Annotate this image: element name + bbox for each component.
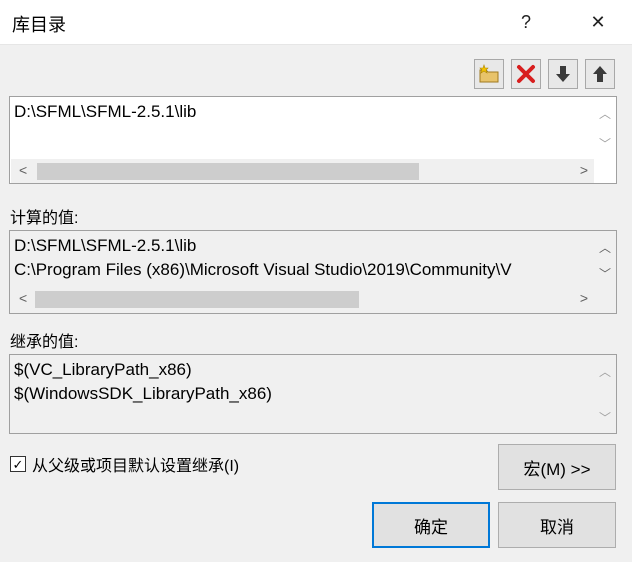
scroll-down-icon[interactable]: ﹀ (594, 135, 616, 152)
scroll-right-icon[interactable]: > (580, 162, 588, 178)
scroll-up-icon[interactable]: ︿ (594, 105, 616, 122)
title-bar: 库目录 ? ✕ (0, 0, 632, 45)
window-title: 库目录 (12, 15, 66, 35)
edit-textbox[interactable]: D:\SFML\SFML-2.5.1\lib ︿ ﹀ < > (9, 96, 617, 184)
inherit-checkbox-row[interactable]: ✓ 从父级或项目默认设置继承(I) (10, 452, 239, 476)
move-up-button[interactable] (585, 59, 615, 89)
scroll-left-icon[interactable]: < (19, 162, 27, 178)
scroll-thumb[interactable] (35, 291, 359, 308)
scroll-down-icon[interactable]: ﹀ (594, 265, 616, 282)
horizontal-scrollbar[interactable]: < > (11, 159, 594, 183)
inherited-lines: $(VC_LibraryPath_x86) $(WindowsSDK_Libra… (14, 358, 590, 406)
edit-line: D:\SFML\SFML-2.5.1\lib (14, 102, 197, 121)
macros-button[interactable]: 宏(M) >> (498, 444, 616, 490)
cancel-button[interactable]: 取消 (498, 502, 616, 548)
new-line-button[interactable] (474, 59, 504, 89)
scroll-thumb[interactable] (37, 163, 419, 180)
close-button[interactable]: ✕ (578, 6, 618, 38)
scroll-left-icon[interactable]: < (19, 290, 27, 306)
inherit-checkbox-label[interactable]: 从父级或项目默认设置继承(I) (32, 452, 239, 476)
delete-icon (517, 65, 535, 83)
computed-values-box: D:\SFML\SFML-2.5.1\lib C:\Program Files … (9, 230, 617, 314)
inherit-checkbox[interactable]: ✓ (10, 456, 26, 472)
inherited-values-box: $(VC_LibraryPath_x86) $(WindowsSDK_Libra… (9, 354, 617, 434)
delete-line-button[interactable] (511, 59, 541, 89)
edit-lines: D:\SFML\SFML-2.5.1\lib (14, 100, 590, 124)
horizontal-scrollbar[interactable]: < > (11, 287, 594, 311)
vertical-scrollbar[interactable]: ︿ ﹀ (594, 231, 616, 289)
scroll-up-icon[interactable]: ︿ (594, 363, 616, 380)
vertical-scrollbar[interactable]: ︿ ﹀ (594, 355, 616, 433)
scroll-up-icon[interactable]: ︿ (594, 239, 616, 256)
help-button[interactable]: ? (506, 6, 546, 38)
scroll-right-icon[interactable]: > (580, 290, 588, 306)
inherited-line: $(WindowsSDK_LibraryPath_x86) (14, 384, 272, 403)
inherited-values-label: 继承的值: (10, 334, 79, 351)
move-down-icon (556, 66, 570, 82)
computed-values-label: 计算的值: (10, 210, 79, 227)
new-folder-icon (479, 64, 499, 83)
move-up-icon (593, 66, 607, 82)
ok-button[interactable]: 确定 (372, 502, 490, 548)
move-down-button[interactable] (548, 59, 578, 89)
computed-line: D:\SFML\SFML-2.5.1\lib (14, 236, 197, 255)
computed-lines: D:\SFML\SFML-2.5.1\lib C:\Program Files … (14, 234, 590, 282)
vertical-scrollbar[interactable]: ︿ ﹀ (594, 97, 616, 159)
scroll-down-icon[interactable]: ﹀ (594, 409, 616, 426)
computed-line: C:\Program Files (x86)\Microsoft Visual … (14, 260, 512, 279)
inherited-line: $(VC_LibraryPath_x86) (14, 360, 192, 379)
